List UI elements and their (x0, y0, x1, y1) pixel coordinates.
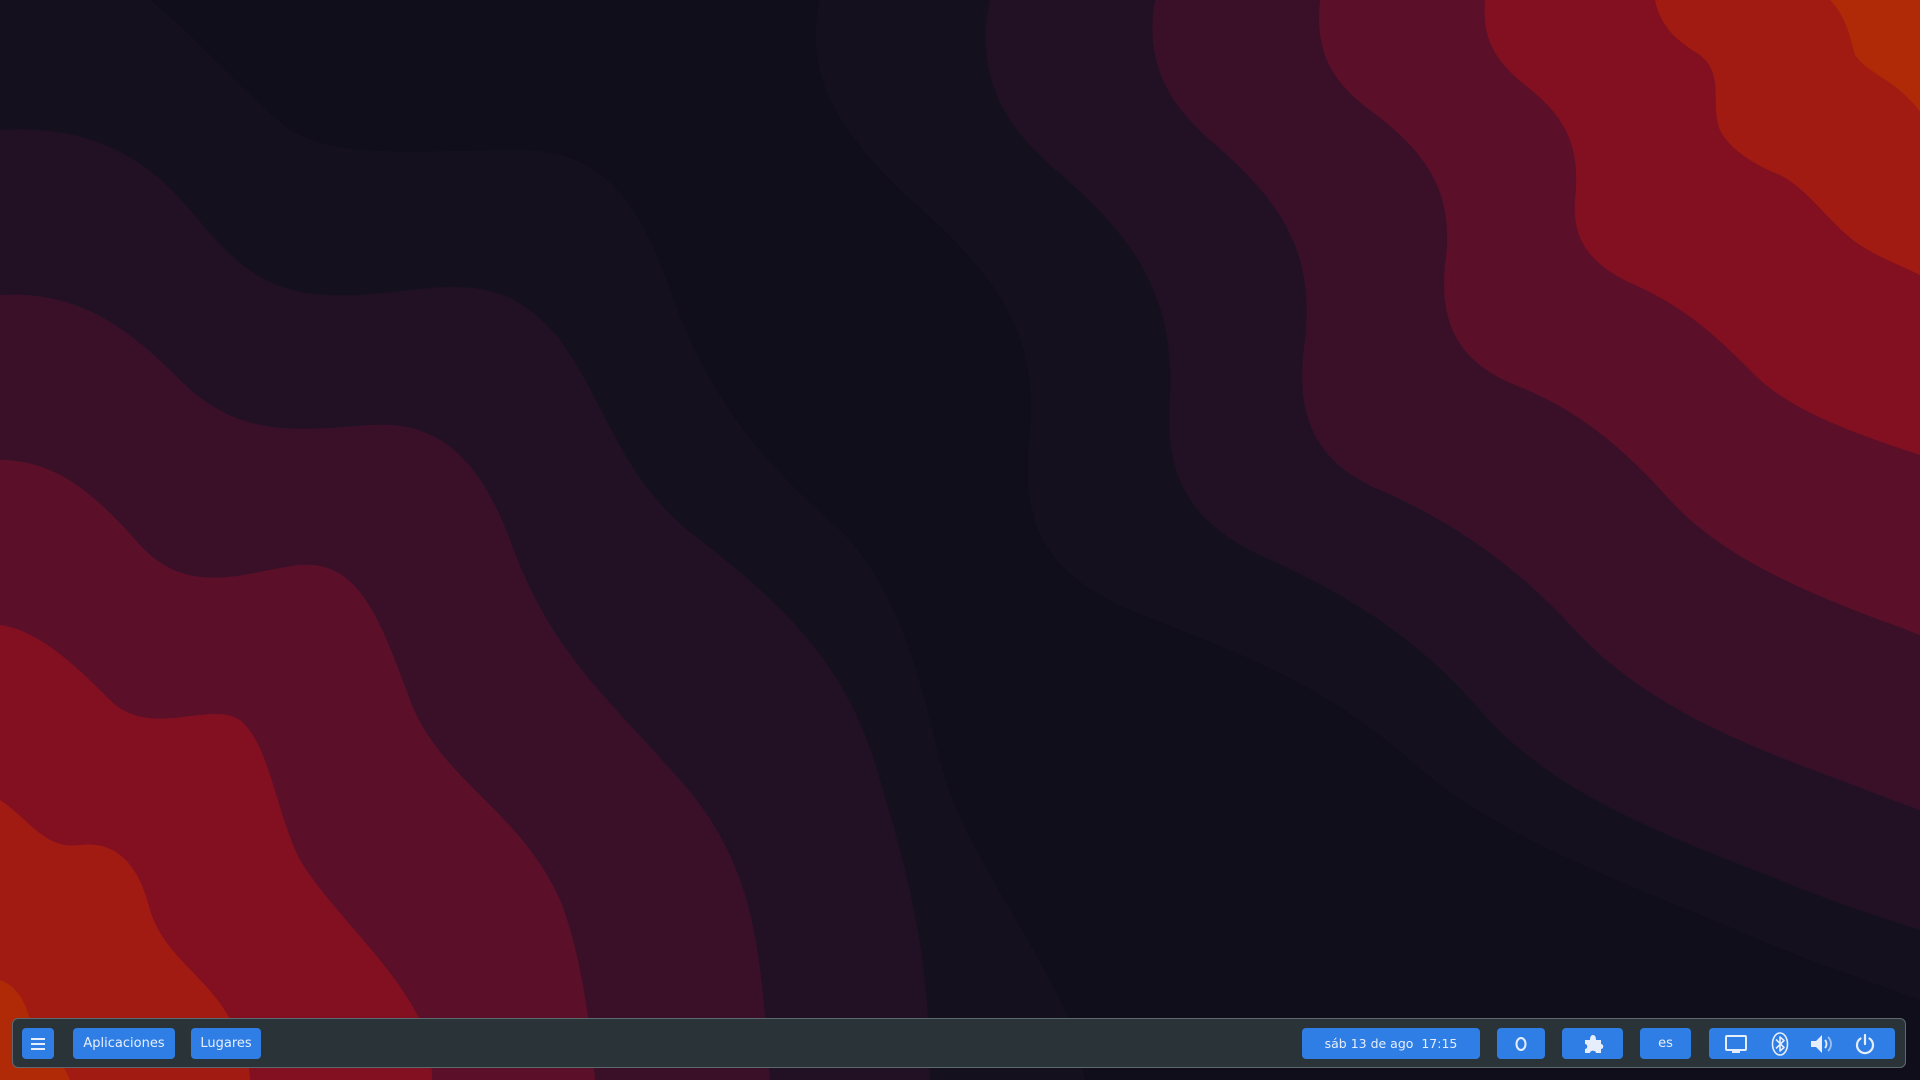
places-button[interactable]: Lugares (191, 1028, 261, 1059)
desktop[interactable]: Aplicaciones Lugares sáb 13 de ago 17:15… (0, 0, 1920, 1080)
circle-zero-icon (1497, 1028, 1545, 1059)
menu-button[interactable] (22, 1028, 54, 1059)
bluetooth-icon[interactable] (1767, 1028, 1793, 1059)
screen-icon[interactable] (1723, 1028, 1749, 1059)
volume-icon[interactable] (1808, 1028, 1836, 1059)
top-panel: Aplicaciones Lugares sáb 13 de ago 17:15… (12, 1018, 1906, 1068)
puzzle-piece-icon (1562, 1028, 1623, 1059)
indicator-button[interactable] (1497, 1028, 1545, 1059)
power-icon[interactable] (1851, 1028, 1879, 1059)
applications-button[interactable]: Aplicaciones (73, 1028, 175, 1059)
hamburger-menu-icon (22, 1028, 54, 1059)
clock-datetime-button[interactable]: sáb 13 de ago 17:15 (1302, 1028, 1480, 1059)
extensions-button[interactable] (1562, 1028, 1623, 1059)
system-tray[interactable] (1709, 1028, 1895, 1059)
keyboard-layout-button[interactable]: es (1640, 1028, 1691, 1059)
wavy-gradient-wallpaper (0, 0, 1920, 1080)
